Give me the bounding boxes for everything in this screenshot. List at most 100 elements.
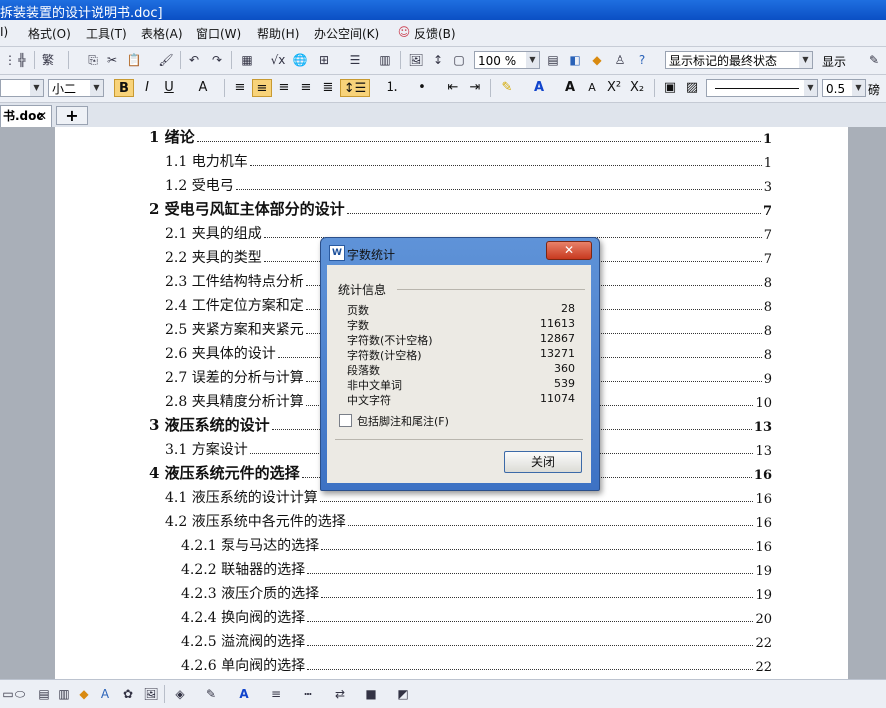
chevron-down-icon[interactable]: ▼	[799, 52, 812, 68]
line-style-select[interactable]: ▼	[706, 79, 818, 97]
track-changes-select[interactable]: 显示标记的最终状态 ▼	[665, 51, 813, 69]
picture-icon[interactable]: 🖼	[143, 686, 159, 702]
chevron-down-icon[interactable]: ▼	[30, 80, 43, 96]
chevron-down-icon[interactable]: ▼	[852, 80, 865, 96]
help-icon[interactable]: ?	[634, 52, 650, 68]
formula-icon[interactable]: √x	[270, 52, 286, 68]
page-icon[interactable]: ▢	[451, 52, 467, 68]
paste-icon[interactable]: 📋	[126, 52, 142, 68]
toc-entry[interactable]: 4.2.3 液压介质的选择 19	[181, 583, 772, 603]
line-width-select[interactable]: 0.5 ▼	[822, 79, 866, 97]
highlight-icon[interactable]: ✎	[497, 79, 517, 97]
dash-style-icon[interactable]: ┅	[300, 686, 316, 702]
align-right-button[interactable]: ≡	[274, 79, 294, 97]
insert-wordart-icon[interactable]: A	[97, 686, 113, 702]
format-painter-icon[interactable]: 🖌	[158, 52, 174, 68]
font-effects-button[interactable]: A	[193, 79, 213, 97]
toc-entry[interactable]: 4.2.5 溢流阀的选择 22	[181, 631, 772, 651]
chevron-down-icon[interactable]: ▼	[90, 80, 103, 96]
borders-icon[interactable]: ▣	[660, 79, 680, 97]
toc-entry[interactable]: 4.2.2 联轴器的选择 19	[181, 559, 772, 579]
clipart-icon[interactable]: ✿	[120, 686, 136, 702]
template-icon[interactable]: ◆	[589, 52, 605, 68]
arrow-style-icon[interactable]: ⇄	[332, 686, 348, 702]
numbering-button[interactable]: ⒈	[382, 79, 402, 97]
shadow-icon[interactable]: ■	[363, 686, 379, 702]
italic-button[interactable]: I	[137, 79, 157, 97]
bullets-button[interactable]: •	[412, 79, 432, 97]
wps-icon[interactable]: ◧	[567, 52, 583, 68]
justify-button[interactable]: ≡	[296, 79, 316, 97]
new-tab-button[interactable]: +	[56, 106, 88, 125]
include-footnotes-checkbox[interactable]: 包括脚注和尾注(F)	[339, 413, 449, 429]
toc-entry[interactable]: 1.1 电力机车 1	[165, 151, 772, 171]
fill-color-icon[interactable]: ◈	[172, 686, 188, 702]
menu-table[interactable]: 表格(A)	[141, 25, 183, 42]
toc-entry[interactable]: 4.2.6 单向阀的选择 22	[181, 655, 772, 675]
menu-tools[interactable]: 工具(T)	[86, 25, 127, 42]
grow-font-button[interactable]: A	[560, 79, 580, 97]
table-grid-icon[interactable]: ⊞	[316, 52, 332, 68]
shading-icon[interactable]: ▨	[682, 79, 702, 97]
layout-icon[interactable]: ╬	[14, 52, 30, 68]
subscript-button[interactable]: X₂	[627, 79, 647, 97]
textbox-icon[interactable]: ▤	[36, 686, 52, 702]
ellipse-icon[interactable]: ⬭	[12, 686, 28, 702]
toc-entry[interactable]: 1.2 受电弓 3	[165, 175, 772, 195]
print-preview-icon[interactable]: 🖼	[408, 52, 424, 68]
cut-icon[interactable]: ✂	[104, 52, 120, 68]
underline-button[interactable]: U	[159, 79, 179, 97]
bold-button[interactable]: B	[114, 79, 134, 97]
line-color-icon[interactable]: ✎	[203, 686, 219, 702]
3d-icon[interactable]: ◩	[395, 686, 411, 702]
stats-group-label: 统计信息	[338, 283, 387, 297]
line-spacing-button[interactable]: ↕☰	[340, 79, 370, 97]
font-size-select[interactable]: 小二 ▼	[48, 79, 104, 97]
hyperlink-icon[interactable]: 🌐	[292, 52, 308, 68]
superscript-button[interactable]: X²	[604, 79, 624, 97]
decrease-indent-button[interactable]: ⇤	[443, 79, 463, 97]
toc-entry[interactable]: 4.2 液压系统中各元件的选择 16	[165, 511, 772, 531]
read-mode-icon[interactable]: ▤	[545, 52, 561, 68]
toc-entry[interactable]: 1 绪论 1	[149, 127, 772, 147]
paragraph-marks-icon[interactable]: ↕	[430, 52, 446, 68]
line-style-icon[interactable]: ≡	[268, 686, 284, 702]
menu-office-space[interactable]: 办公空间(K)	[314, 25, 379, 42]
dialog-close-button[interactable]: 关闭	[504, 451, 582, 473]
close-button[interactable]: ✕	[546, 241, 592, 260]
increase-indent-button[interactable]: ⇥	[465, 79, 485, 97]
simplified-chinese-icon[interactable]: 繁	[40, 52, 56, 68]
shrink-font-button[interactable]: A	[582, 79, 602, 97]
reviewing-icon[interactable]: ✎	[866, 52, 882, 68]
checkbox-box[interactable]	[339, 414, 352, 427]
chart-icon[interactable]: ▥	[377, 52, 393, 68]
menu-feedback[interactable]: 反馈(B)	[414, 25, 456, 42]
menu-partial[interactable]: I)	[0, 25, 8, 39]
document-tab[interactable]: 书.doc ✕	[0, 105, 52, 127]
align-center-button[interactable]: ≡	[252, 79, 272, 97]
toc-entry[interactable]: 4.2.4 换向阀的选择 20	[181, 607, 772, 627]
close-icon[interactable]: ✕	[37, 106, 47, 126]
text-color-icon[interactable]: A	[236, 686, 252, 702]
align-left-button[interactable]: ≡	[230, 79, 250, 97]
undo-icon[interactable]: ↶	[186, 52, 202, 68]
font-name-select[interactable]: ▼	[0, 79, 44, 97]
show-markup-button[interactable]: 显示	[822, 53, 846, 70]
menu-format[interactable]: 格式(O)	[28, 25, 71, 42]
copy-icon[interactable]: ⎘	[85, 52, 101, 68]
menu-help[interactable]: 帮助(H)	[257, 25, 299, 42]
toc-entry[interactable]: 2 受电弓风缸主体部分的设计 7	[149, 199, 772, 219]
distributed-button[interactable]: ≣	[318, 79, 338, 97]
redo-icon[interactable]: ↷	[209, 52, 225, 68]
toc-entry[interactable]: 4.2.1 泵与马达的选择 16	[181, 535, 772, 555]
vertical-textbox-icon[interactable]: ▥	[56, 686, 72, 702]
font-color-button[interactable]: A	[529, 79, 549, 97]
text-columns-icon[interactable]: ☰	[347, 52, 363, 68]
tshirt-icon[interactable]: ♙	[612, 52, 628, 68]
chevron-down-icon[interactable]: ▼	[526, 52, 539, 68]
wordart-icon[interactable]: ◆	[76, 686, 92, 702]
menu-window[interactable]: 窗口(W)	[196, 25, 241, 42]
insert-table-icon[interactable]: ▦	[239, 52, 255, 68]
zoom-select[interactable]: 100 % ▼	[474, 51, 540, 69]
chevron-down-icon[interactable]: ▼	[804, 80, 817, 96]
